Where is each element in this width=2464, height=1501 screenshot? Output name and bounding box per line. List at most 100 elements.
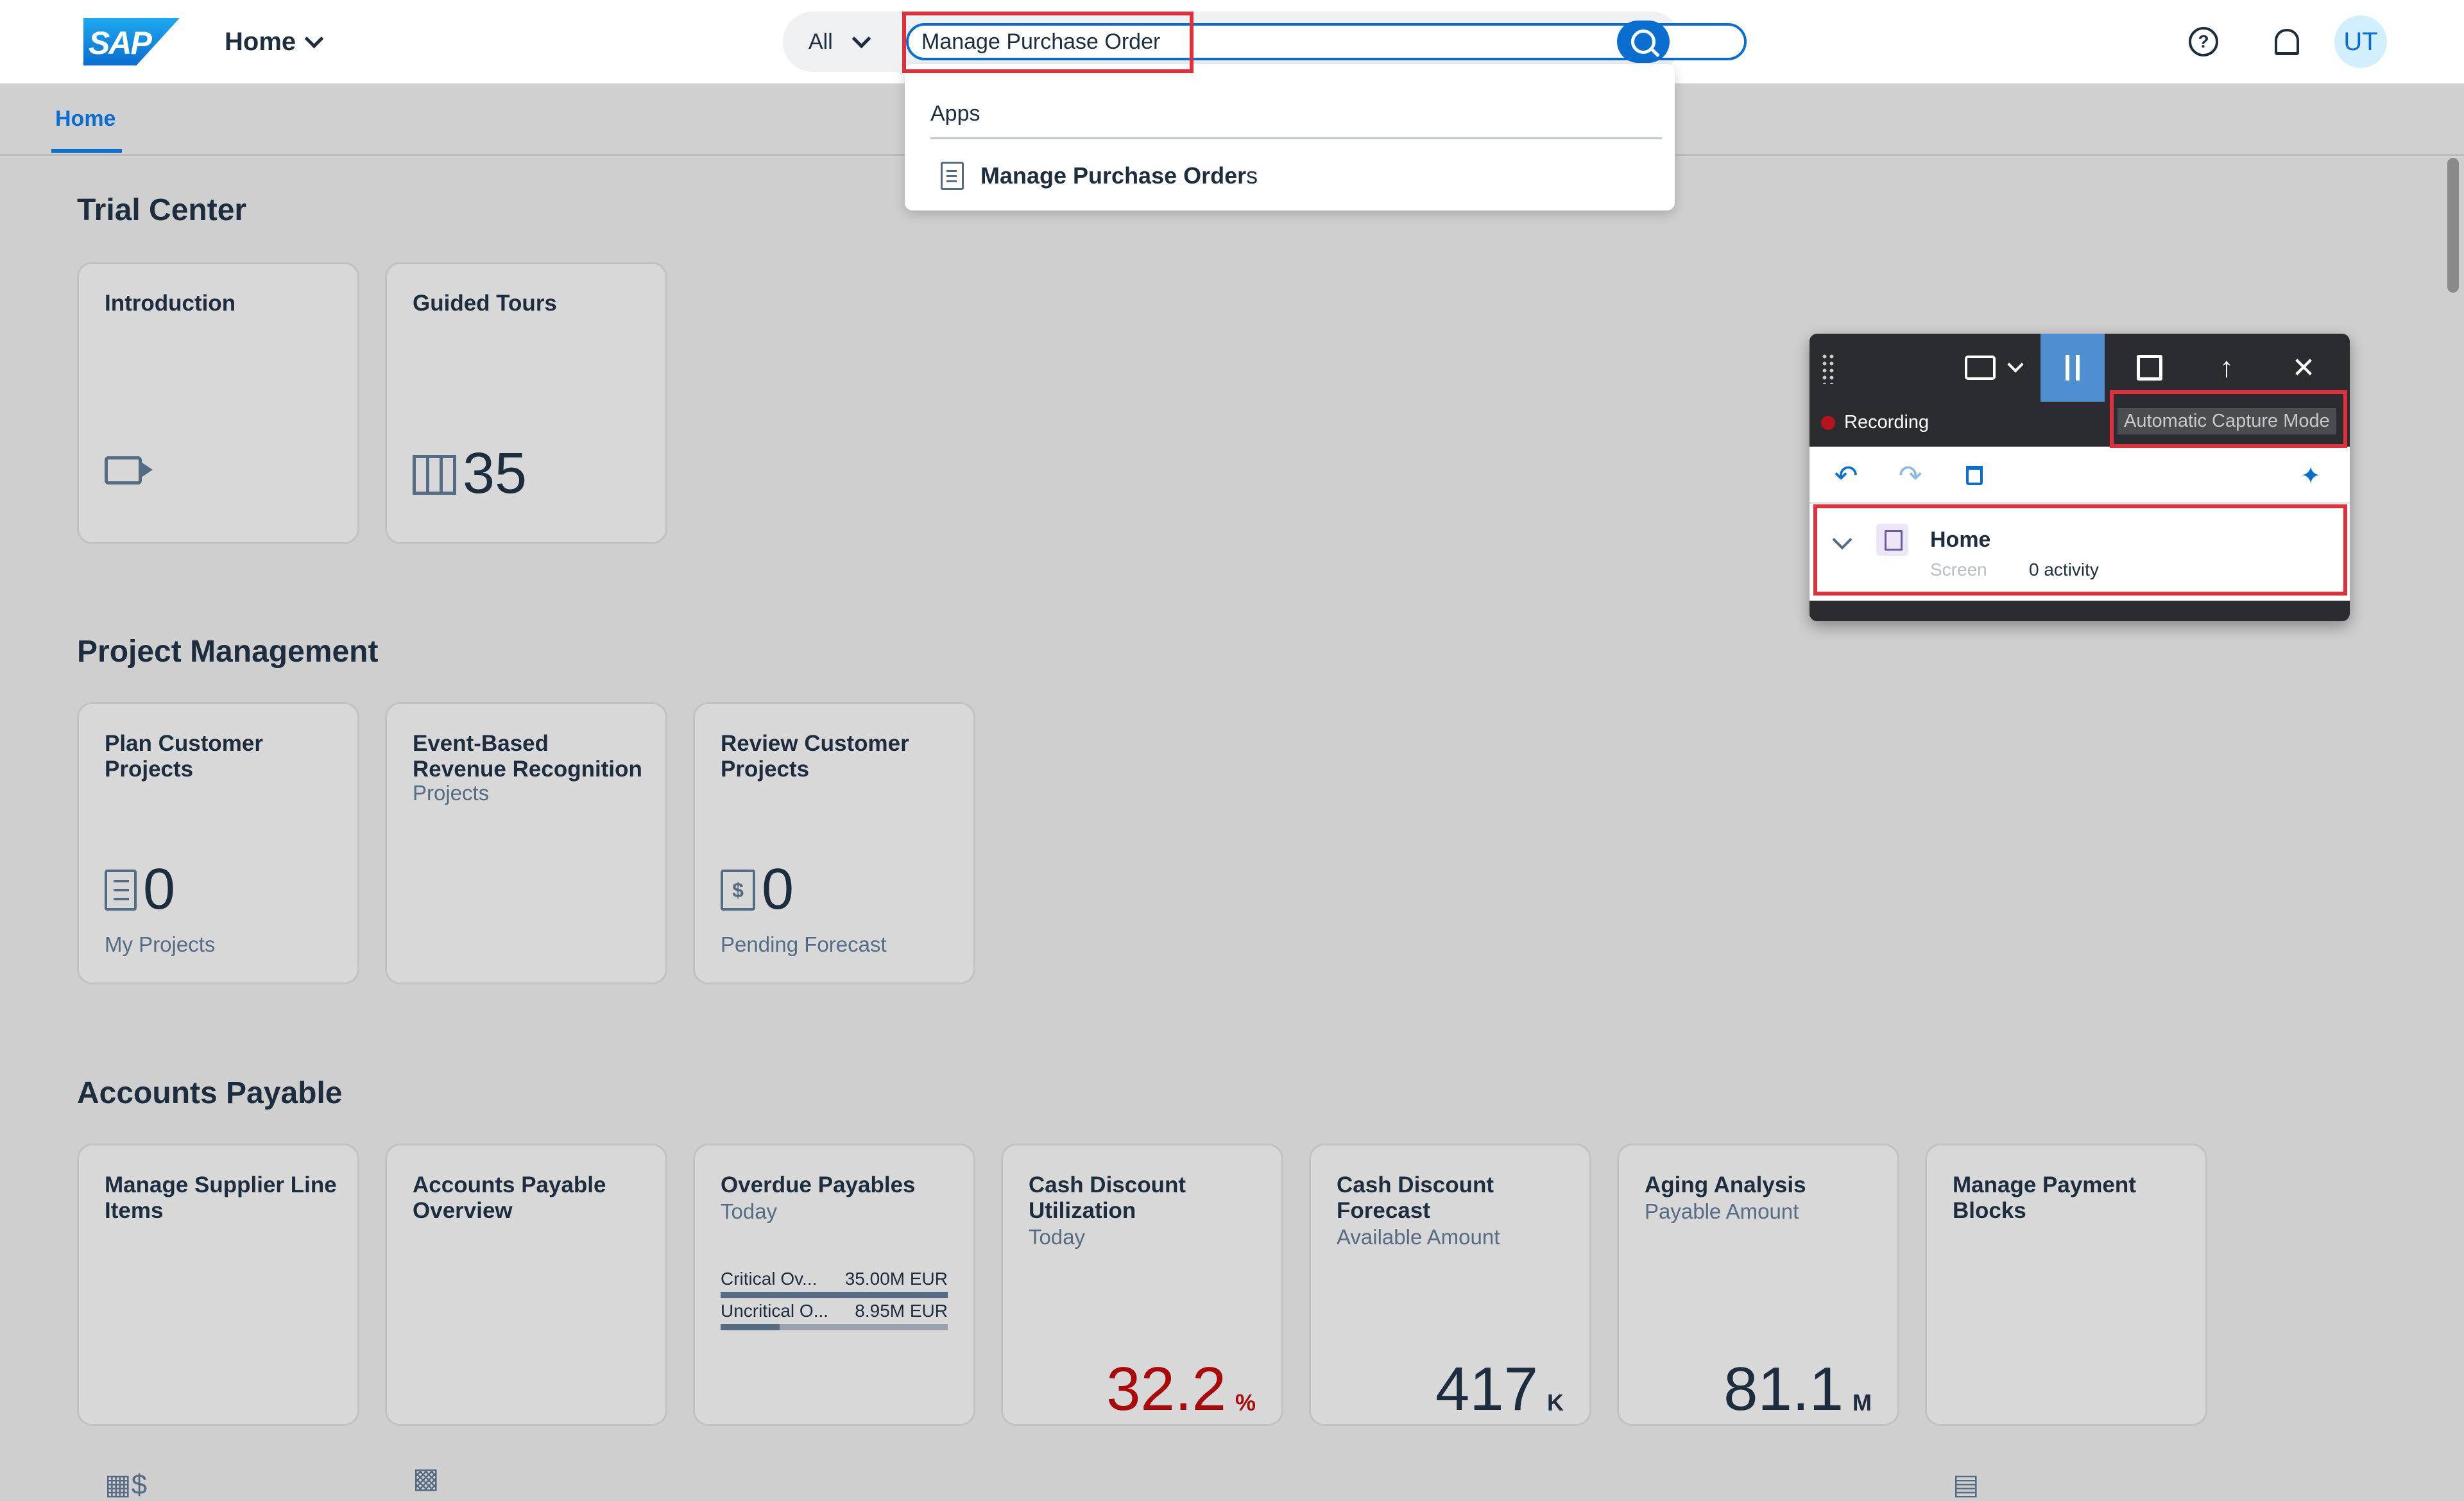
sap-logo[interactable]: SAP	[83, 18, 180, 65]
search-scope-label: All	[809, 29, 833, 54]
tile-cash-discount-forecast[interactable]: Cash Discount Forecast Available Amount …	[1309, 1144, 1591, 1426]
microchart-label: Critical Ov...	[721, 1269, 817, 1289]
camera-plus-icon	[1965, 356, 1996, 380]
tile-review-customer-projects[interactable]: Review Customer Projects $ 0 Pending For…	[693, 702, 975, 984]
suggestion-item-label: Manage Purchase Orders	[980, 162, 1258, 189]
section-title-accounts-payable: Accounts Payable	[77, 1076, 343, 1110]
microchart-bar	[721, 1324, 948, 1330]
notifications-button[interactable]	[2268, 22, 2306, 61]
tile-kpi: 81.1 M	[1724, 1359, 1872, 1420]
tile-title: Cash Discount Utilization	[1029, 1172, 1186, 1223]
tile-title: Overdue Payables	[721, 1172, 916, 1197]
delete-button[interactable]	[1958, 459, 1990, 492]
tile-footer: My Projects	[105, 932, 216, 956]
tile-kpi-unit: %	[1235, 1389, 1256, 1416]
microchart-row: Critical Ov... 35.00M EUR	[721, 1269, 948, 1298]
chevron-down-icon	[2007, 356, 2024, 373]
tile-guided-tours[interactable]: Guided Tours 35	[385, 262, 667, 544]
undo-button[interactable]: ↶	[1830, 459, 1862, 492]
tile-kpi-unit: M	[1852, 1389, 1872, 1416]
tile-title: Aging Analysis	[1645, 1172, 1806, 1197]
tile-kpi: 32.2 %	[1106, 1359, 1256, 1420]
redo-button[interactable]: ↷	[1894, 459, 1926, 492]
bell-icon	[2275, 28, 2299, 55]
chevron-down-icon	[304, 29, 324, 48]
home-menu-label: Home	[225, 27, 296, 56]
tile-kpi: 0	[105, 861, 175, 918]
tile-kpi: 417 K	[1435, 1359, 1564, 1420]
help-icon: ?	[2189, 27, 2218, 56]
suggestion-rest-text: s	[1246, 162, 1258, 189]
microchart-value: 8.95M EUR	[855, 1301, 948, 1321]
expand-chevron-icon[interactable]	[1832, 529, 1852, 550]
recording-status: Recording	[1844, 412, 1929, 433]
tile-event-based-revenue-recognition[interactable]: Event-Based Revenue Recognition Projects	[385, 702, 667, 984]
search-icon	[1631, 30, 1656, 54]
capture-mode-toggle[interactable]: Automatic Capture Mode	[2118, 408, 2336, 434]
tab-home[interactable]: Home	[55, 107, 116, 132]
step-activity-count: 0 activity	[2029, 560, 2099, 579]
tile-accounts-payable-overview[interactable]: Accounts Payable Overview ▩	[385, 1144, 667, 1494]
supplier-icon: ▦$	[105, 1469, 148, 1500]
payment-block-icon: ▤	[1953, 1469, 1980, 1500]
tile-title: Manage Payment Blocks	[1953, 1172, 2136, 1223]
drag-handle-icon[interactable]	[1821, 353, 1835, 384]
tile-manage-payment-blocks[interactable]: Manage Payment Blocks ▤	[1925, 1144, 2207, 1500]
tile-kpi-number: 32.2	[1106, 1355, 1226, 1423]
search-scope-select[interactable]: All	[809, 26, 871, 58]
recorder-status-row: Recording Automatic Capture Mode	[1810, 402, 2350, 447]
stop-button[interactable]	[2118, 334, 2182, 402]
tile-title: Review Customer Projects	[721, 731, 909, 782]
tile-title: Cash Discount Forecast	[1337, 1172, 1494, 1223]
tile-title: Manage Supplier Line Items	[105, 1172, 337, 1223]
minimize-button[interactable]: ↑	[2194, 334, 2259, 402]
search-suggestions-popover: Apps Manage Purchase Orders	[905, 64, 1675, 210]
tile-subtitle: Available Amount	[1337, 1225, 1500, 1249]
recorder-panel: ↑ ✕ Recording Automatic Capture Mode ↶ ↷…	[1810, 334, 2350, 621]
tile-kpi-number: 417	[1435, 1355, 1538, 1423]
tile-aging-analysis[interactable]: Aging Analysis Payable Amount 81.1 M	[1617, 1144, 1899, 1426]
tab-active-indicator	[51, 149, 122, 153]
microchart-row: Uncritical O... 8.95M EUR	[721, 1301, 948, 1330]
close-icon: ✕	[2291, 352, 2316, 384]
help-button[interactable]: ?	[2184, 22, 2223, 61]
avatar[interactable]: UT	[2334, 15, 2387, 68]
step-kind: Screen	[1930, 560, 1987, 579]
arrow-up-icon: ↑	[2220, 352, 2234, 383]
chevron-down-icon	[851, 29, 871, 48]
app-document-icon	[941, 162, 964, 190]
undo-icon: ↶	[1834, 459, 1858, 492]
recorder-toolbar: ↑ ✕	[1810, 334, 2350, 402]
microchart-bar	[721, 1292, 948, 1298]
tile-subtitle: Projects	[413, 781, 490, 805]
step-name: Home	[1930, 527, 1991, 552]
home-menu-button[interactable]: Home	[225, 26, 324, 58]
tile-manage-supplier-line-items[interactable]: Manage Supplier Line Items ▦$	[77, 1144, 359, 1500]
suggestion-item-manage-purchase-orders[interactable]: Manage Purchase Orders	[941, 162, 1258, 190]
search-button[interactable]	[1617, 21, 1670, 63]
tile-title: Event-Based Revenue Recognition	[413, 731, 642, 782]
suggestion-match-text: Manage Purchase Order	[980, 162, 1247, 189]
page-scrollbar[interactable]	[2447, 158, 2459, 293]
screen-icon	[1876, 524, 1908, 556]
tile-icon-area	[105, 456, 153, 502]
tile-subtitle: Today	[1029, 1225, 1086, 1249]
magic-wand-button[interactable]: ✦	[2295, 459, 2327, 492]
tile-subtitle: Today	[721, 1199, 778, 1223]
recorded-step-home[interactable]: Home Screen 0 activity	[1810, 502, 2350, 592]
logo-text: SAP	[89, 25, 152, 61]
tile-cash-discount-utilization[interactable]: Cash Discount Utilization Today 32.2 %	[1001, 1144, 1283, 1426]
money-document-icon: $	[721, 870, 755, 911]
tile-kpi-number: 81.1	[1724, 1355, 1844, 1423]
clipboard-icon	[105, 870, 137, 911]
tile-kpi-unit: K	[1547, 1389, 1564, 1416]
capture-screenshot-button[interactable]	[1942, 334, 2044, 402]
tile-overdue-payables[interactable]: Overdue Payables Today Critical Ov... 35…	[693, 1144, 975, 1426]
pause-button[interactable]	[2041, 334, 2105, 402]
tile-plan-customer-projects[interactable]: Plan Customer Projects 0 My Projects	[77, 702, 359, 984]
tile-introduction[interactable]: Introduction	[77, 262, 359, 544]
close-button[interactable]: ✕	[2272, 334, 2336, 402]
recorder-tools: ↶ ↷ ✦	[1810, 447, 2350, 504]
tile-subtitle: Payable Amount	[1645, 1199, 1799, 1223]
suggestion-divider	[930, 137, 1662, 139]
